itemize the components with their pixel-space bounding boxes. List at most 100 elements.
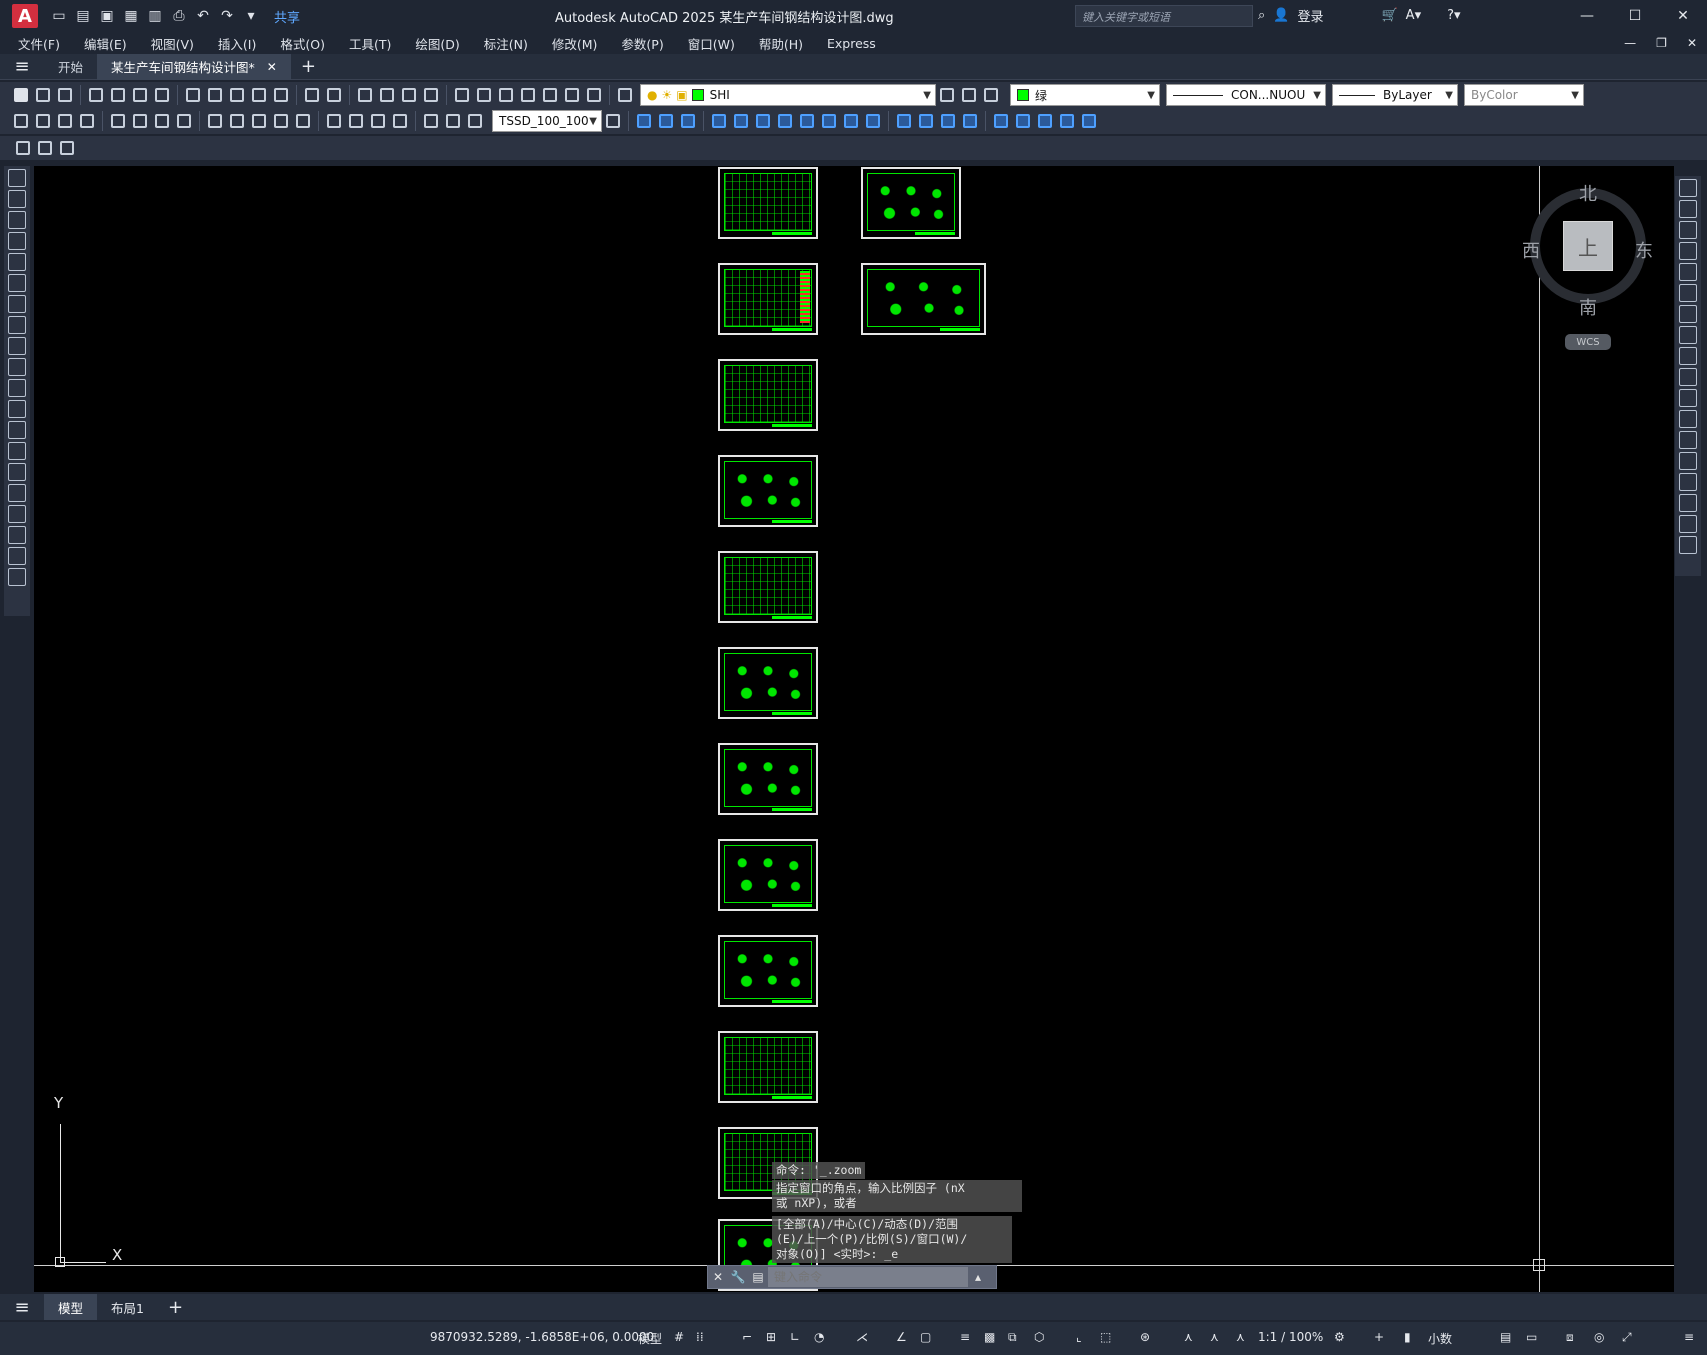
autocad-logo[interactable]: A xyxy=(12,4,38,28)
revision-cloud-icon[interactable] xyxy=(8,316,26,334)
menu-file[interactable]: 文件(F) xyxy=(18,34,60,53)
menu-modify[interactable]: 修改(M) xyxy=(552,34,598,53)
3d-cylinder-icon[interactable] xyxy=(656,111,676,131)
subtract-icon[interactable] xyxy=(841,111,861,131)
compass-south[interactable]: 南 xyxy=(1579,294,1597,320)
drawing-sheet[interactable] xyxy=(718,839,818,911)
lock-ui-icon[interactable]: ▭ xyxy=(1526,1330,1537,1344)
calculator-icon[interactable] xyxy=(562,85,582,105)
render-icon[interactable] xyxy=(916,111,936,131)
drawing-sheet[interactable] xyxy=(861,263,986,335)
hatch-tool-icon[interactable] xyxy=(8,463,26,481)
share-button[interactable]: 共享 xyxy=(274,7,300,26)
add-selected-icon[interactable] xyxy=(8,568,26,586)
section-icon[interactable] xyxy=(960,111,980,131)
undo-icon[interactable] xyxy=(302,85,322,105)
jogged-linear-icon[interactable] xyxy=(390,111,410,131)
units-value[interactable]: 小数 xyxy=(1428,1330,1452,1347)
lineweight-icon[interactable]: ≡ xyxy=(960,1330,970,1344)
doc-close-button[interactable]: ✕ xyxy=(1687,36,1697,50)
drawing-sheet[interactable] xyxy=(718,551,818,623)
spline-tool-icon[interactable] xyxy=(8,337,26,355)
open-folder-icon[interactable]: ▤ xyxy=(74,7,92,25)
arc-length-icon[interactable] xyxy=(55,111,75,131)
close-tab-icon[interactable]: ✕ xyxy=(267,60,277,74)
imprint-icon[interactable] xyxy=(1013,111,1033,131)
scale-tool-icon[interactable] xyxy=(1679,326,1697,344)
shade-icon[interactable] xyxy=(894,111,914,131)
undo-icon[interactable]: ↶ xyxy=(194,7,212,25)
3d-wedge-icon[interactable] xyxy=(678,111,698,131)
rectangle-tool-icon[interactable] xyxy=(8,253,26,271)
object-snap-icon[interactable]: ▢ xyxy=(920,1330,931,1344)
compass-north[interactable]: 北 xyxy=(1579,180,1597,206)
line-tool-icon[interactable] xyxy=(8,169,26,187)
cut-icon[interactable] xyxy=(183,85,203,105)
units-icon[interactable]: ▮ xyxy=(1404,1330,1411,1344)
menu-express[interactable]: Express xyxy=(827,36,876,51)
menu-insert[interactable]: 插入(I) xyxy=(218,34,256,53)
paste-icon[interactable] xyxy=(227,85,247,105)
open-icon[interactable] xyxy=(33,85,53,105)
mirror-tool-icon[interactable] xyxy=(1679,221,1697,239)
cursor-coordinates[interactable]: 9870932.5289, -1.6858E+06, 0.0000 xyxy=(430,1330,654,1344)
copy-icon[interactable] xyxy=(205,85,225,105)
intersect-icon[interactable] xyxy=(863,111,883,131)
autodesk-app-icon[interactable]: A▾ xyxy=(1406,8,1421,23)
drawing-sheet[interactable] xyxy=(718,263,818,335)
doc-minimize-button[interactable]: — xyxy=(1624,36,1636,50)
zoom-previous-icon[interactable] xyxy=(421,85,441,105)
clean-screen-icon[interactable]: ⤢ xyxy=(1622,1330,1632,1345)
construction-line-icon[interactable] xyxy=(8,190,26,208)
redo-icon[interactable]: ↷ xyxy=(218,7,236,25)
make-block-icon[interactable] xyxy=(8,421,26,439)
plotstyle-dropdown[interactable]: ByColor ▼ xyxy=(1464,84,1584,106)
help-icon[interactable]: ?▾ xyxy=(1447,8,1460,23)
layer-properties-icon[interactable] xyxy=(615,85,635,105)
transparency-icon[interactable]: ▩ xyxy=(984,1330,995,1344)
dimension-edit-icon[interactable] xyxy=(421,111,441,131)
pan-icon[interactable] xyxy=(355,85,375,105)
move-tool-icon[interactable] xyxy=(1679,284,1697,302)
new-icon[interactable] xyxy=(11,85,31,105)
menu-draw[interactable]: 绘图(D) xyxy=(415,34,459,53)
multiline-text-icon[interactable] xyxy=(8,547,26,565)
polygon-tool-icon[interactable] xyxy=(8,232,26,250)
lineweight-dropdown[interactable]: ByLayer ▼ xyxy=(1332,84,1458,106)
app-menu-icon[interactable]: ≡ xyxy=(0,56,44,77)
doc-restore-button[interactable]: ❐ xyxy=(1656,36,1667,50)
publish-icon[interactable]: ▥ xyxy=(146,7,164,25)
ortho-mode-icon[interactable]: ∟ xyxy=(790,1330,800,1344)
new-layout-button[interactable]: + xyxy=(168,1297,183,1318)
drawing-sheet[interactable] xyxy=(718,647,818,719)
sheet-set-icon[interactable] xyxy=(518,85,538,105)
aligned-dimension-icon[interactable] xyxy=(33,111,53,131)
make-current-layer-icon[interactable] xyxy=(937,85,957,105)
markup-icon[interactable] xyxy=(540,85,560,105)
revolve-icon[interactable] xyxy=(775,111,795,131)
polar-tracking-icon[interactable]: ◔ xyxy=(814,1330,824,1344)
save-as-icon[interactable]: ▦ xyxy=(122,7,140,25)
jogged-dimension-icon[interactable] xyxy=(130,111,150,131)
separate-icon[interactable] xyxy=(1035,111,1055,131)
shell-icon[interactable] xyxy=(1057,111,1077,131)
print-preview-icon[interactable] xyxy=(108,85,128,105)
drawing-sheet[interactable] xyxy=(718,455,818,527)
publish-icon[interactable] xyxy=(130,85,150,105)
loft-icon[interactable] xyxy=(797,111,817,131)
menu-window[interactable]: 窗口(W) xyxy=(688,34,735,53)
dimension-update-icon[interactable] xyxy=(465,111,485,131)
annotation-scale-icon[interactable]: ⋏ xyxy=(1236,1330,1245,1344)
quick-properties-icon[interactable]: ▤ xyxy=(1500,1330,1511,1344)
match-properties-icon[interactable] xyxy=(249,85,269,105)
break-at-point-icon[interactable] xyxy=(1679,410,1697,428)
continue-dimension-icon[interactable] xyxy=(249,111,269,131)
trim-tool-icon[interactable] xyxy=(1679,368,1697,386)
maximize-button[interactable]: ☐ xyxy=(1611,0,1659,32)
linetype-dropdown[interactable]: CON...NUOU ▼ xyxy=(1166,84,1326,106)
3d-object-snap-icon[interactable]: ⬡ xyxy=(1034,1330,1044,1344)
grid-icon[interactable]: # xyxy=(674,1330,684,1344)
polyline-tool-icon[interactable] xyxy=(8,211,26,229)
search-input[interactable]: 键入关键字或短语 xyxy=(1075,5,1253,27)
arc-tool-icon[interactable] xyxy=(8,274,26,292)
